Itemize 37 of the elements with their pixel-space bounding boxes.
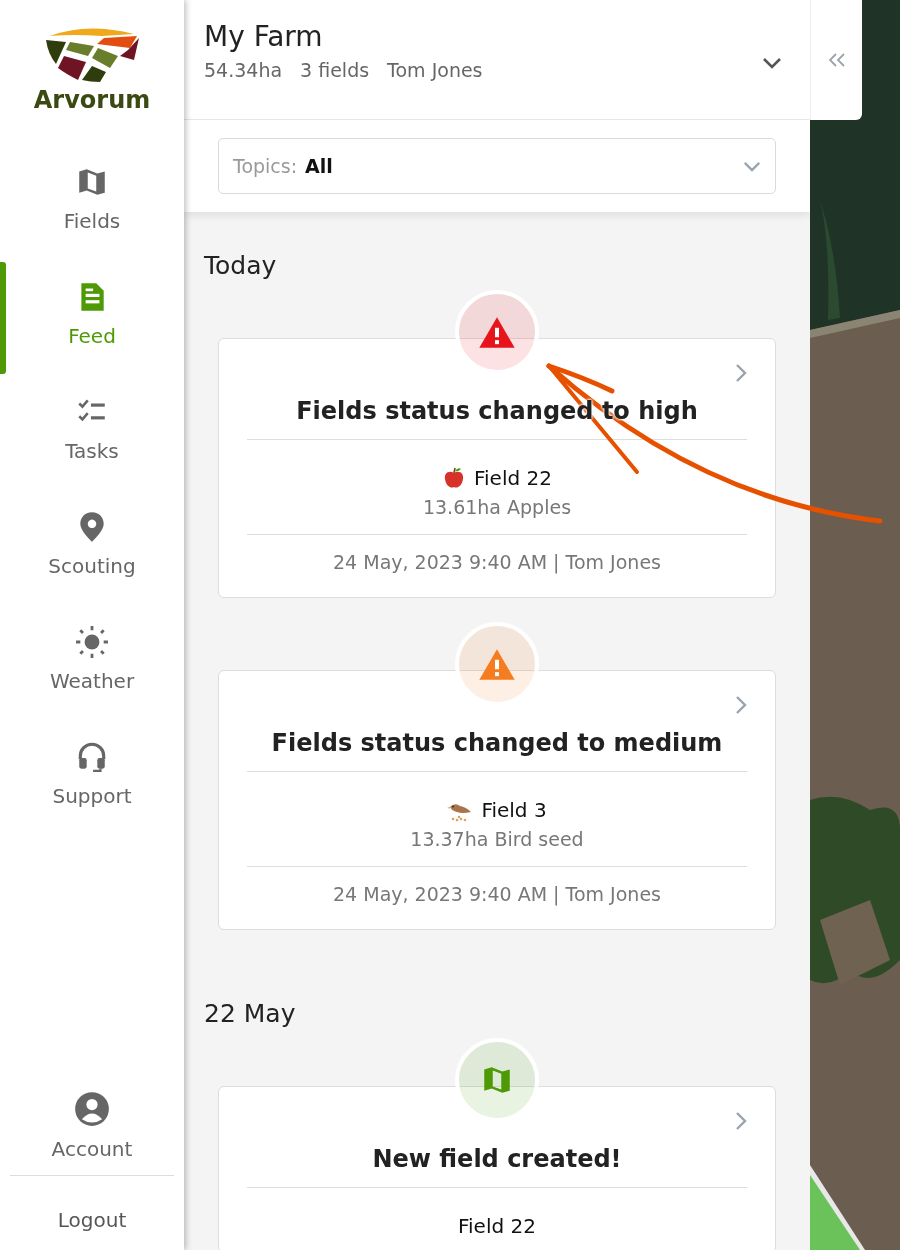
farm-owner: Tom Jones	[387, 59, 483, 81]
chevron-down-icon	[743, 160, 761, 172]
event-meta: 24 May, 2023 9:40 AM | Tom Jones	[333, 883, 661, 905]
user-avatar-icon	[74, 1091, 110, 1127]
nav-item[interactable]: Scouting	[0, 482, 184, 597]
nav-item[interactable]: Tasks	[0, 367, 184, 482]
date-heading: 22 May	[204, 998, 297, 1030]
sun-icon	[75, 625, 109, 659]
nav-item[interactable]: Weather	[0, 597, 184, 712]
date-heading: Today	[204, 250, 278, 282]
event-meta: 24 May, 2023 9:40 AM | Tom Jones	[333, 551, 661, 573]
farm-area: 54.34ha	[204, 59, 283, 81]
chevron-right-icon	[735, 695, 747, 715]
nav-item[interactable]: Fields	[0, 137, 184, 252]
logout-link[interactable]: Logout	[0, 1176, 184, 1250]
warning-icon	[478, 647, 516, 681]
field-count: 3 fields	[300, 59, 370, 81]
brand-name: Arvorum	[33, 86, 151, 114]
apple-icon	[442, 466, 466, 490]
farm-name: My Farm	[204, 20, 324, 53]
chevron-right-icon	[735, 363, 747, 383]
event-card[interactable]: Fields status changed to medium Field 3 13.37ha Bird seed 24 May, 2023 9:40 AM | Tom Jones	[218, 670, 776, 930]
chevron-right-icon	[735, 1111, 747, 1131]
topics-dropdown[interactable]: Topics: All	[218, 138, 776, 194]
event-title: Fields status changed to medium	[271, 729, 723, 759]
event-card[interactable]: New field created! Field 22	[218, 1086, 776, 1250]
field-name: Field 3	[481, 798, 547, 822]
field-detail: 13.61ha Apples	[422, 496, 572, 518]
field-name: Field 22	[474, 466, 552, 490]
field-detail: 13.37ha Bird seed	[410, 828, 584, 850]
field-name: Field 22	[458, 1214, 536, 1238]
double-chevron-left-icon	[826, 52, 847, 68]
event-title: New field created!	[372, 1145, 622, 1175]
account-link[interactable]: Account	[0, 1091, 184, 1175]
chevron-down-icon[interactable]	[762, 56, 782, 69]
nav-item[interactable]: Support	[0, 712, 184, 827]
warning-icon	[478, 315, 516, 349]
